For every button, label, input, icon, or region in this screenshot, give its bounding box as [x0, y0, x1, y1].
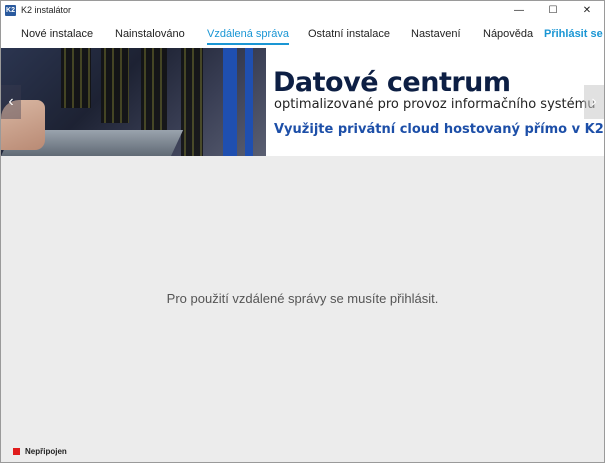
app-window: K2 K2 instalátor — ☐ ✕ Nové instalace Na…: [0, 0, 605, 463]
status-text: Nepřipojen: [25, 447, 67, 456]
app-icon: K2: [5, 4, 16, 16]
login-required-message: Pro použití vzdálené správy se musíte př…: [166, 291, 439, 306]
login-button[interactable]: Přihlásit se: [544, 19, 603, 48]
close-button[interactable]: ✕: [570, 1, 604, 19]
banner-next-arrow-icon[interactable]: ›: [584, 85, 604, 119]
connection-status: Nepřipojen: [13, 447, 67, 456]
tab-ostatni-instalace[interactable]: Ostatní instalace: [308, 19, 390, 48]
minimize-button[interactable]: —: [502, 1, 536, 19]
window-controls: — ☐ ✕: [502, 1, 604, 19]
status-indicator-icon: [13, 448, 20, 455]
tab-nastaveni[interactable]: Nastavení: [411, 19, 461, 48]
promo-banner[interactable]: Datové centrum optimalizované pro provoz…: [1, 48, 604, 156]
tab-nainstalovano[interactable]: Nainstalováno: [115, 19, 185, 48]
title-bar: K2 K2 instalátor — ☐ ✕: [1, 1, 604, 19]
tab-napoveda[interactable]: Nápověda: [483, 19, 533, 48]
banner-title: Datové centrum: [273, 67, 511, 98]
main-nav: Nové instalace Nainstalováno Vzdálená sp…: [1, 19, 604, 48]
banner-cta[interactable]: Využijte privátní cloud hostovaný přímo …: [274, 122, 604, 137]
tab-nove-instalace[interactable]: Nové instalace: [21, 19, 93, 48]
banner-subtitle: optimalizované pro provoz informačního s…: [274, 97, 596, 112]
banner-prev-arrow-icon[interactable]: ‹: [1, 85, 21, 119]
maximize-button[interactable]: ☐: [536, 1, 570, 19]
tab-vzdalena-sprava[interactable]: Vzdálená správa: [207, 19, 289, 48]
window-title: K2 instalátor: [21, 5, 72, 15]
datacenter-photo: [1, 48, 266, 156]
